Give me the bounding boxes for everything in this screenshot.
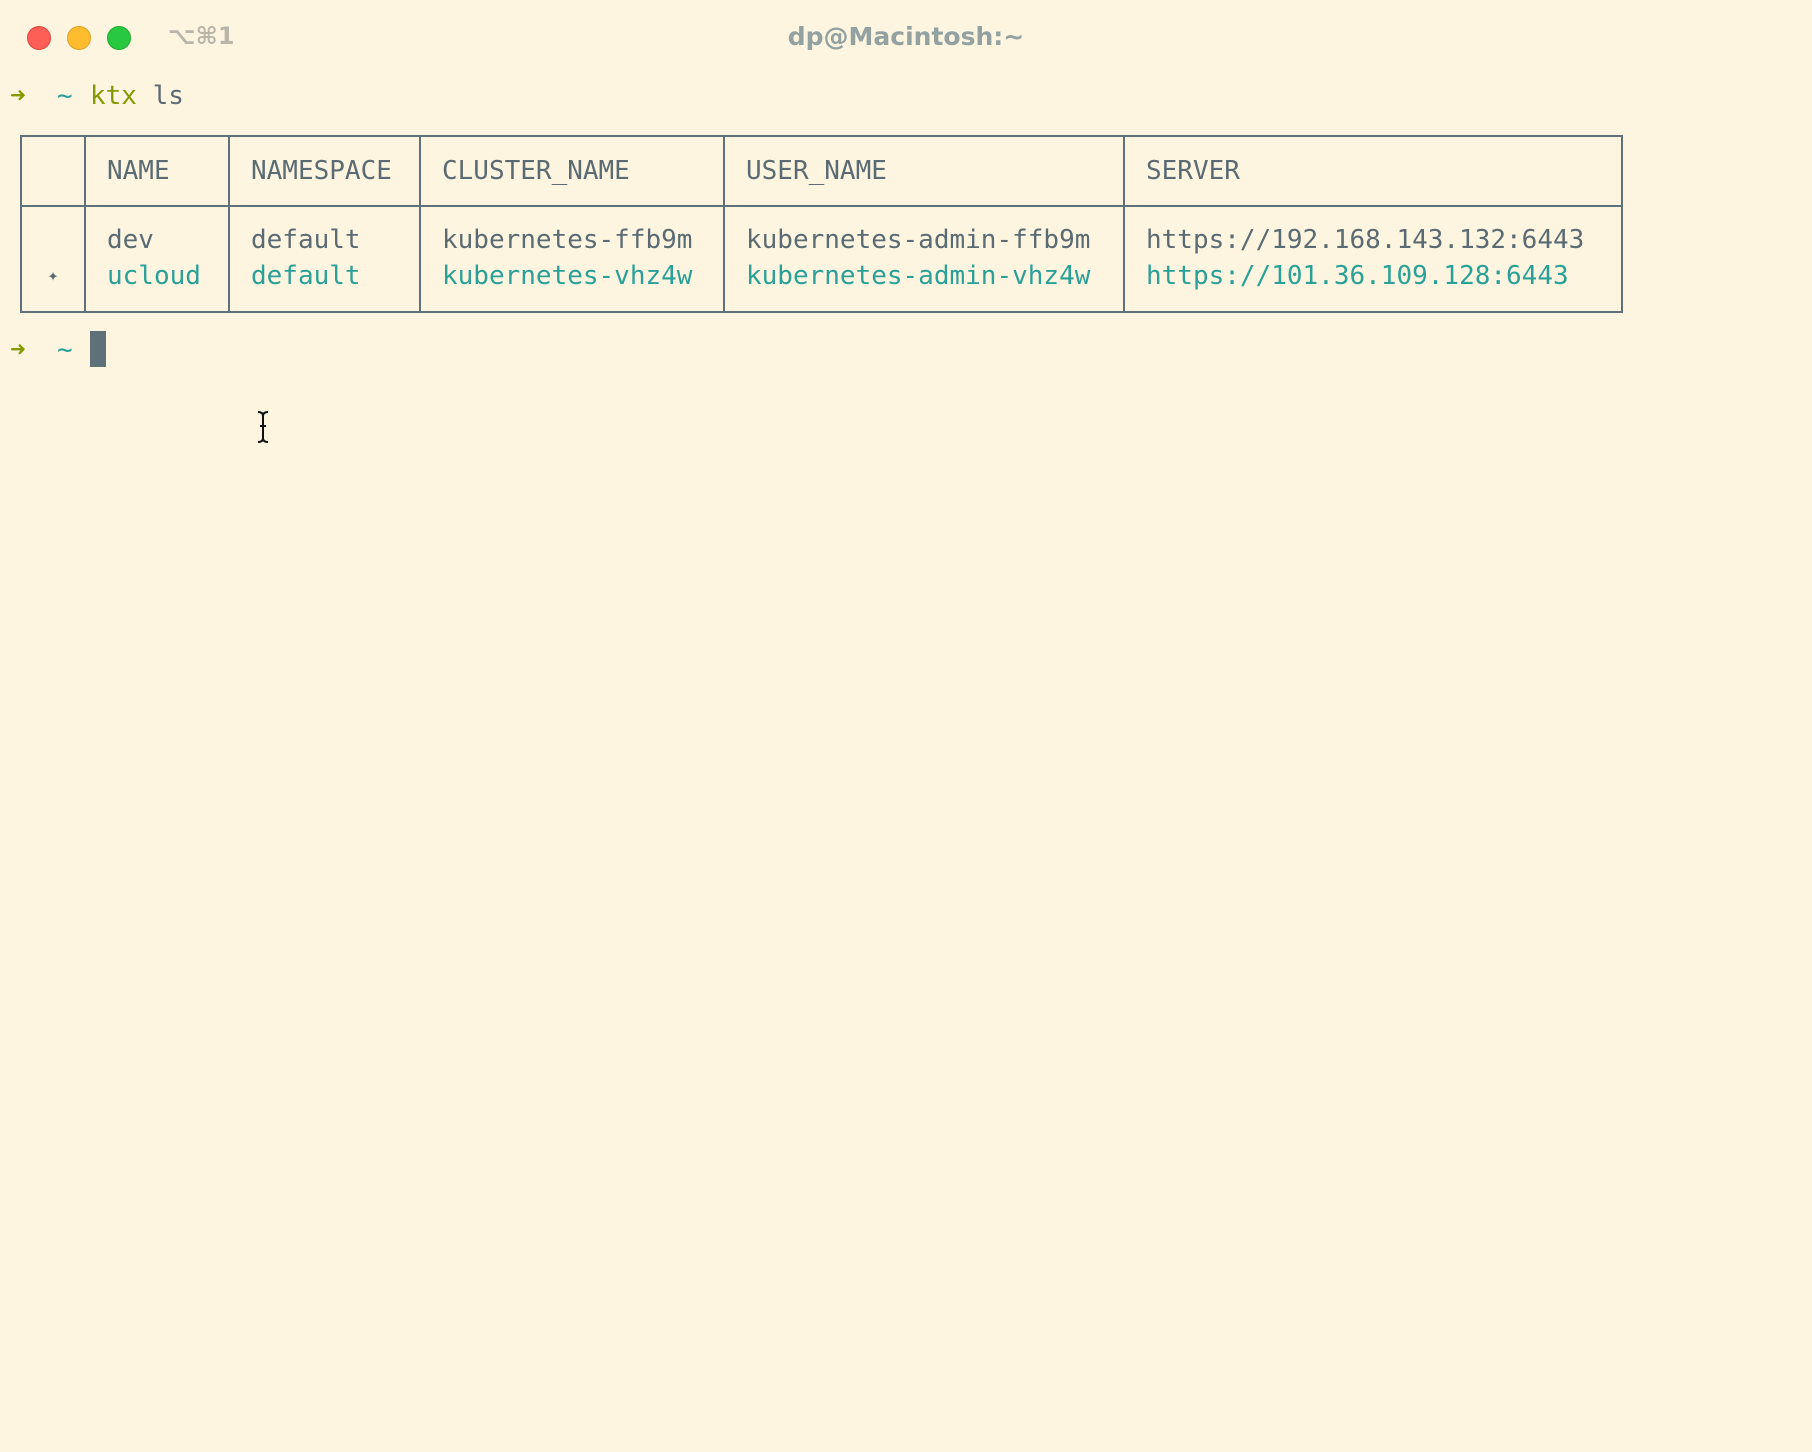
column-header-namespace: NAMESPACE	[228, 135, 421, 207]
prompt-cwd: ~	[57, 81, 73, 111]
context-server: https://192.168.143.132:6443	[1146, 225, 1585, 255]
column-header-name: NAME	[84, 135, 230, 207]
cluster-name-cell: kubernetes-ffb9m kubernetes-vhz4w	[419, 205, 725, 313]
name-cell: dev ucloud	[84, 205, 230, 313]
context-namespace: default	[251, 225, 361, 255]
active-prompt-line[interactable]: ➜ ~	[10, 330, 106, 370]
prompt-cwd: ~	[57, 335, 73, 365]
column-header-user-name: USER_NAME	[723, 135, 1125, 207]
context-user-name: kubernetes-admin-vhz4w	[746, 261, 1091, 291]
column-header-cluster-name: CLUSTER_NAME	[419, 135, 725, 207]
namespace-cell: default default	[228, 205, 421, 313]
table-header-row: NAME NAMESPACE CLUSTER_NAME USER_NAME SE…	[20, 135, 1623, 207]
current-context-icon: ✦	[47, 265, 59, 286]
context-cluster-name: kubernetes-ffb9m	[442, 225, 693, 255]
server-cell: https://192.168.143.132:6443 https://101…	[1123, 205, 1623, 313]
context-server: https://101.36.109.128:6443	[1146, 261, 1569, 291]
user-name-cell: kubernetes-admin-ffb9m kubernetes-admin-…	[723, 205, 1125, 313]
prompt-arrow-icon: ➜	[10, 81, 26, 111]
column-header-server: SERVER	[1123, 135, 1623, 207]
context-user-name: kubernetes-admin-ffb9m	[746, 225, 1091, 255]
context-namespace: default	[251, 261, 361, 291]
prompt-arrow-icon: ➜	[10, 335, 26, 365]
context-name: dev	[107, 225, 154, 255]
context-name: ucloud	[107, 261, 201, 291]
contexts-table: NAME NAMESPACE CLUSTER_NAME USER_NAME SE…	[20, 135, 1623, 313]
ibeam-pointer-icon	[257, 411, 269, 443]
marker-cell: ✦	[20, 205, 86, 313]
terminal-window: ⌥⌘1 dp@Macintosh:~ ➜ ~ ktx ls NAME NAMESPA…	[0, 0, 1812, 1452]
context-cluster-name: kubernetes-vhz4w	[442, 261, 693, 291]
text-cursor	[90, 330, 106, 367]
command-name: ktx	[90, 81, 137, 111]
column-header-marker	[20, 135, 86, 207]
command-line: ➜ ~ ktx ls	[10, 76, 184, 116]
window-title: dp@Macintosh:~	[787, 22, 1025, 51]
row-marker	[22, 222, 84, 258]
command-args: ls	[152, 81, 184, 111]
table-row: ✦ dev ucloud default default kubernetes-…	[20, 205, 1623, 313]
title-bar: ⌥⌘1 dp@Macintosh:~	[0, 0, 1812, 76]
